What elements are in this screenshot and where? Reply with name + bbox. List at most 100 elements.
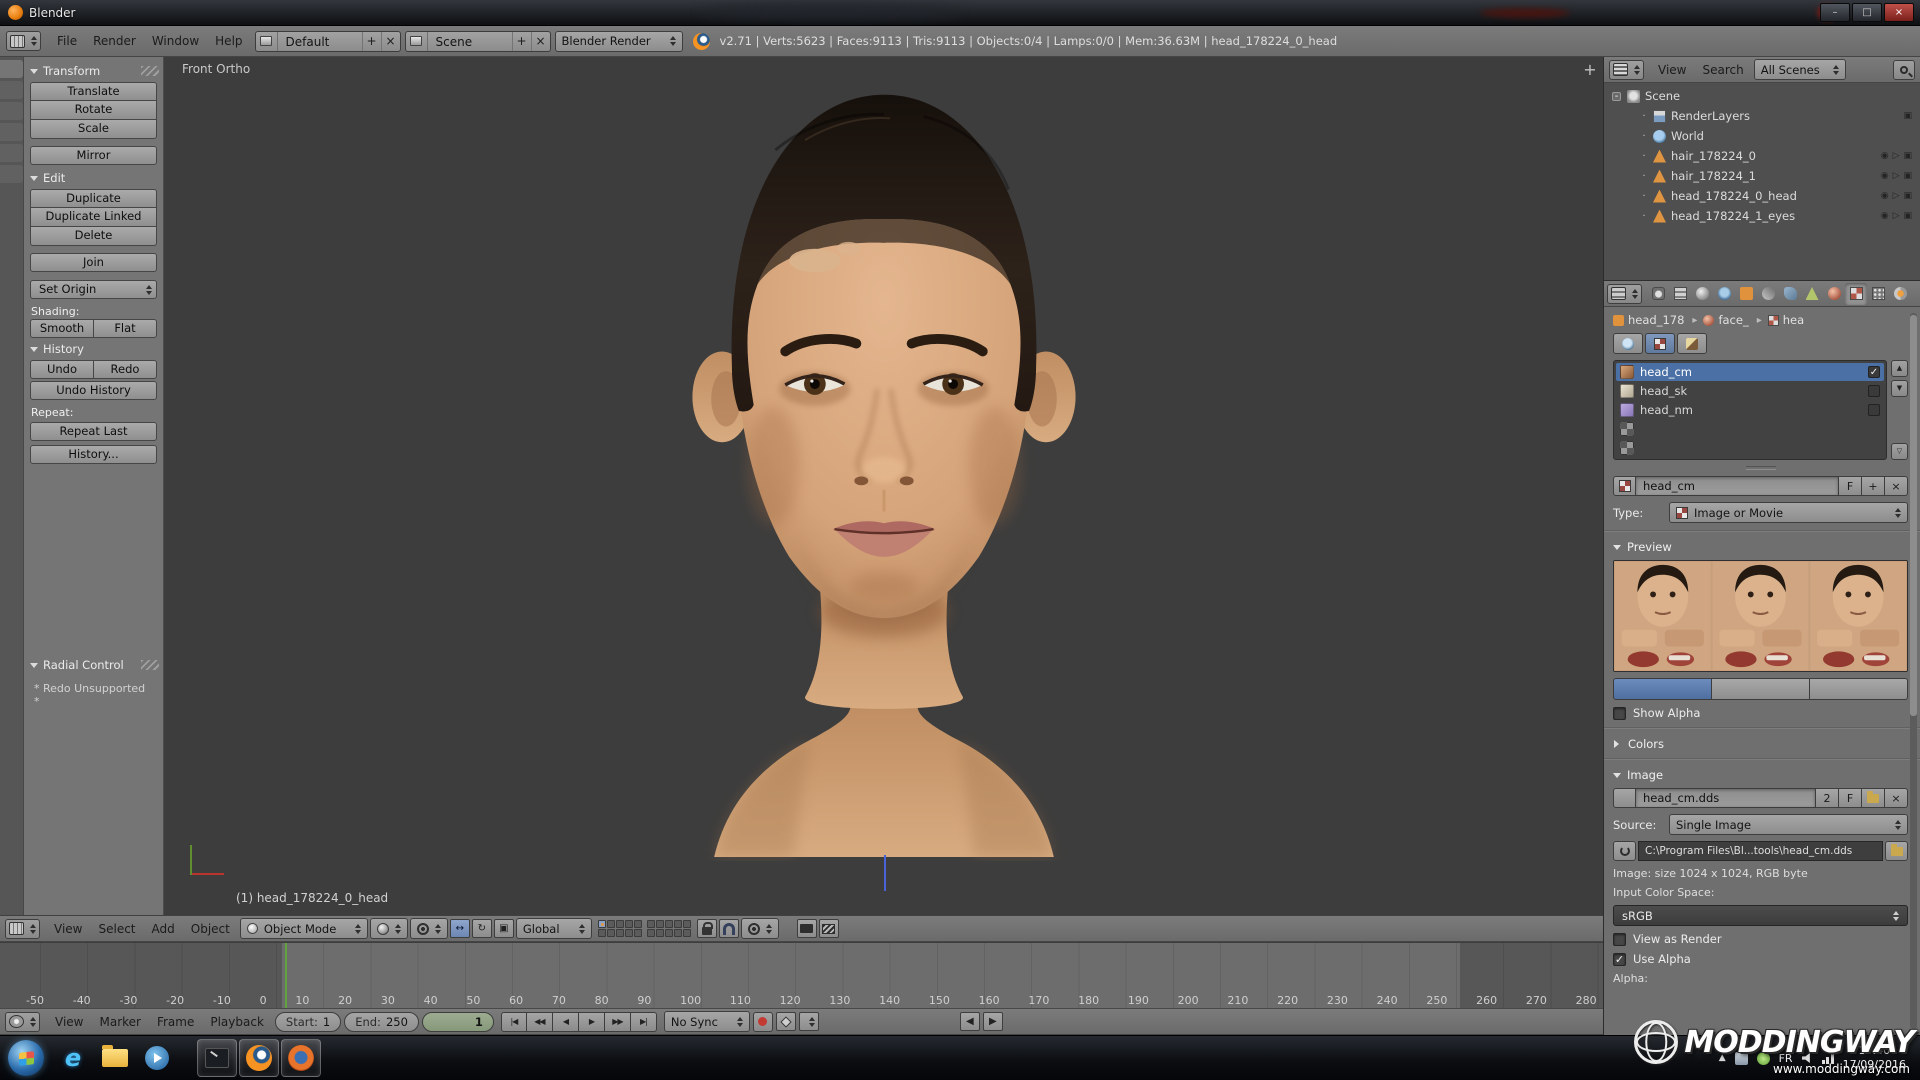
show-hidden-icons-button[interactable]: ▲ <box>1719 1053 1726 1063</box>
edit-button[interactable]: Duplicate Linked <box>30 208 157 227</box>
editor-type-button[interactable] <box>6 31 41 51</box>
tool-shelf-tab[interactable] <box>0 102 23 120</box>
outliner-item-label[interactable]: RenderLayers <box>1671 109 1750 123</box>
properties-tab[interactable] <box>1735 283 1757 305</box>
layer-cell[interactable] <box>616 929 624 937</box>
material-texture-context-button[interactable] <box>1645 333 1675 354</box>
volume-icon[interactable] <box>1802 1053 1813 1064</box>
add-scene-button[interactable]: + <box>512 32 531 51</box>
timeline-menu-item[interactable]: Frame <box>149 1012 202 1032</box>
playback-button[interactable]: ▶▶ <box>605 1012 631 1032</box>
texture-slot-row[interactable]: head_cm <box>1616 363 1884 381</box>
renderability-camera-icon[interactable] <box>1903 172 1912 181</box>
outliner-item-label[interactable]: hair_178224_0 <box>1671 149 1756 163</box>
layer-cell[interactable] <box>647 920 655 928</box>
tool-shelf-tab[interactable] <box>0 165 23 183</box>
panel-header-colors[interactable]: Colors <box>1613 737 1908 751</box>
editor-type-button[interactable] <box>5 919 40 939</box>
colorspace-dropdown[interactable]: sRGB <box>1613 905 1908 926</box>
viewport-menu-item[interactable]: Object <box>183 919 238 939</box>
use-alpha-checkbox[interactable] <box>1613 953 1626 966</box>
selectability-icon[interactable] <box>1893 152 1900 161</box>
editor-type-button[interactable] <box>1607 284 1642 304</box>
move-slot-up-button[interactable]: ▲ <box>1891 360 1908 377</box>
properties-scrollbar[interactable] <box>1910 313 1917 1029</box>
outliner-item-label[interactable]: hair_178224_1 <box>1671 169 1756 183</box>
redo-button[interactable]: Redo <box>93 360 157 379</box>
browse-filepath-button[interactable] <box>1885 841 1908 861</box>
properties-tab[interactable] <box>1757 283 1779 305</box>
unlink-image-button[interactable]: × <box>1885 788 1908 808</box>
breadcrumb-item[interactable]: head_178 <box>1613 313 1701 327</box>
snap-element-dropdown[interactable] <box>741 918 779 939</box>
expander-icon[interactable] <box>1638 171 1650 182</box>
opengl-render-anim-button[interactable] <box>819 919 839 938</box>
other-texture-context-button[interactable] <box>1677 333 1707 354</box>
texture-slot-row[interactable] <box>1616 439 1884 457</box>
network-icon[interactable] <box>1822 1053 1834 1064</box>
shade-smooth-button[interactable]: Smooth <box>30 319 93 338</box>
texture-slot-row[interactable] <box>1616 420 1884 438</box>
frame-end-field[interactable]: End:250 <box>344 1012 419 1032</box>
info-menu-item[interactable]: File <box>49 31 85 51</box>
transform-button[interactable]: Translate <box>30 82 157 101</box>
scrollbar-thumb[interactable] <box>1910 315 1917 716</box>
head-model-3d[interactable] <box>684 71 1084 861</box>
scene-selector[interactable]: Scene + × <box>405 31 551 52</box>
join-button[interactable]: Join <box>30 253 157 272</box>
preview-mode-button[interactable] <box>1810 678 1908 700</box>
image-name-field[interactable]: head_cm.dds <box>1636 788 1816 808</box>
expander-icon[interactable] <box>1638 191 1650 202</box>
tool-shelf-tab[interactable] <box>0 144 23 162</box>
image-users-button[interactable]: 2 <box>1816 788 1839 808</box>
layer-cell[interactable] <box>634 920 642 928</box>
panel-grip-icon[interactable] <box>141 660 159 670</box>
lock-to-scene-button[interactable] <box>697 919 717 938</box>
outliner-filter-dropdown[interactable]: All Scenes <box>1754 59 1846 80</box>
texture-name-field[interactable]: head_cm <box>1636 476 1839 496</box>
panel-header-edit[interactable]: Edit <box>28 169 159 187</box>
edit-button[interactable]: Delete <box>30 227 157 246</box>
outliner-item-label[interactable]: World <box>1671 129 1704 143</box>
show-alpha-checkbox[interactable] <box>1613 707 1626 720</box>
repeat-last-button[interactable]: Repeat Last <box>30 422 157 441</box>
language-indicator[interactable]: FR <box>1779 1052 1793 1065</box>
expander-icon[interactable] <box>1612 92 1621 101</box>
tool-shelf-tab[interactable] <box>0 60 23 78</box>
sync-dropdown[interactable]: No Sync <box>664 1011 750 1032</box>
expander-icon[interactable] <box>1638 111 1650 122</box>
preview-mode-button[interactable] <box>1613 678 1712 700</box>
undo-history-button[interactable]: Undo History <box>30 381 157 400</box>
maximize-button[interactable]: □ <box>1852 3 1882 22</box>
transform-button[interactable]: Rotate <box>30 101 157 120</box>
layer-cell[interactable] <box>634 929 642 937</box>
panel-header-image[interactable]: Image <box>1613 768 1908 782</box>
expander-icon[interactable] <box>1638 131 1650 142</box>
taskbar-clock[interactable]: 17:40 17/09/2016 <box>1843 1044 1906 1072</box>
viewport-shading-dropdown[interactable] <box>370 918 408 939</box>
render-engine-dropdown[interactable]: Blender Render <box>555 31 683 52</box>
record-button[interactable] <box>753 1012 773 1032</box>
tool-shelf-tab[interactable] <box>0 81 23 99</box>
taskbar-firefox-button[interactable] <box>281 1039 321 1077</box>
layer-cell[interactable] <box>674 929 682 937</box>
properties-tab[interactable] <box>1801 283 1823 305</box>
outliner-menu-item[interactable]: View <box>1650 60 1694 80</box>
layer-cell[interactable] <box>598 929 606 937</box>
playback-button[interactable]: |◀ <box>501 1012 527 1032</box>
unlink-texture-button[interactable]: × <box>1885 476 1908 496</box>
layer-cell[interactable] <box>665 920 673 928</box>
outliner-item[interactable]: Scene <box>1604 86 1920 106</box>
properties-tab[interactable] <box>1823 283 1845 305</box>
outliner-item[interactable]: hair_178224_0 <box>1604 146 1920 166</box>
renderability-camera-icon[interactable] <box>1903 192 1912 201</box>
properties-tab[interactable] <box>1889 283 1911 305</box>
texture-slot-name[interactable]: head_nm <box>1640 403 1693 417</box>
undo-button[interactable]: Undo <box>30 360 93 379</box>
properties-tab[interactable] <box>1779 283 1801 305</box>
taskbar-media-player-button[interactable] <box>137 1039 177 1077</box>
image-source-dropdown[interactable]: Single Image <box>1669 814 1908 835</box>
tray-app-icon[interactable] <box>1735 1052 1748 1065</box>
outliner-item[interactable]: hair_178224_1 <box>1604 166 1920 186</box>
minimize-button[interactable]: – <box>1820 3 1850 22</box>
